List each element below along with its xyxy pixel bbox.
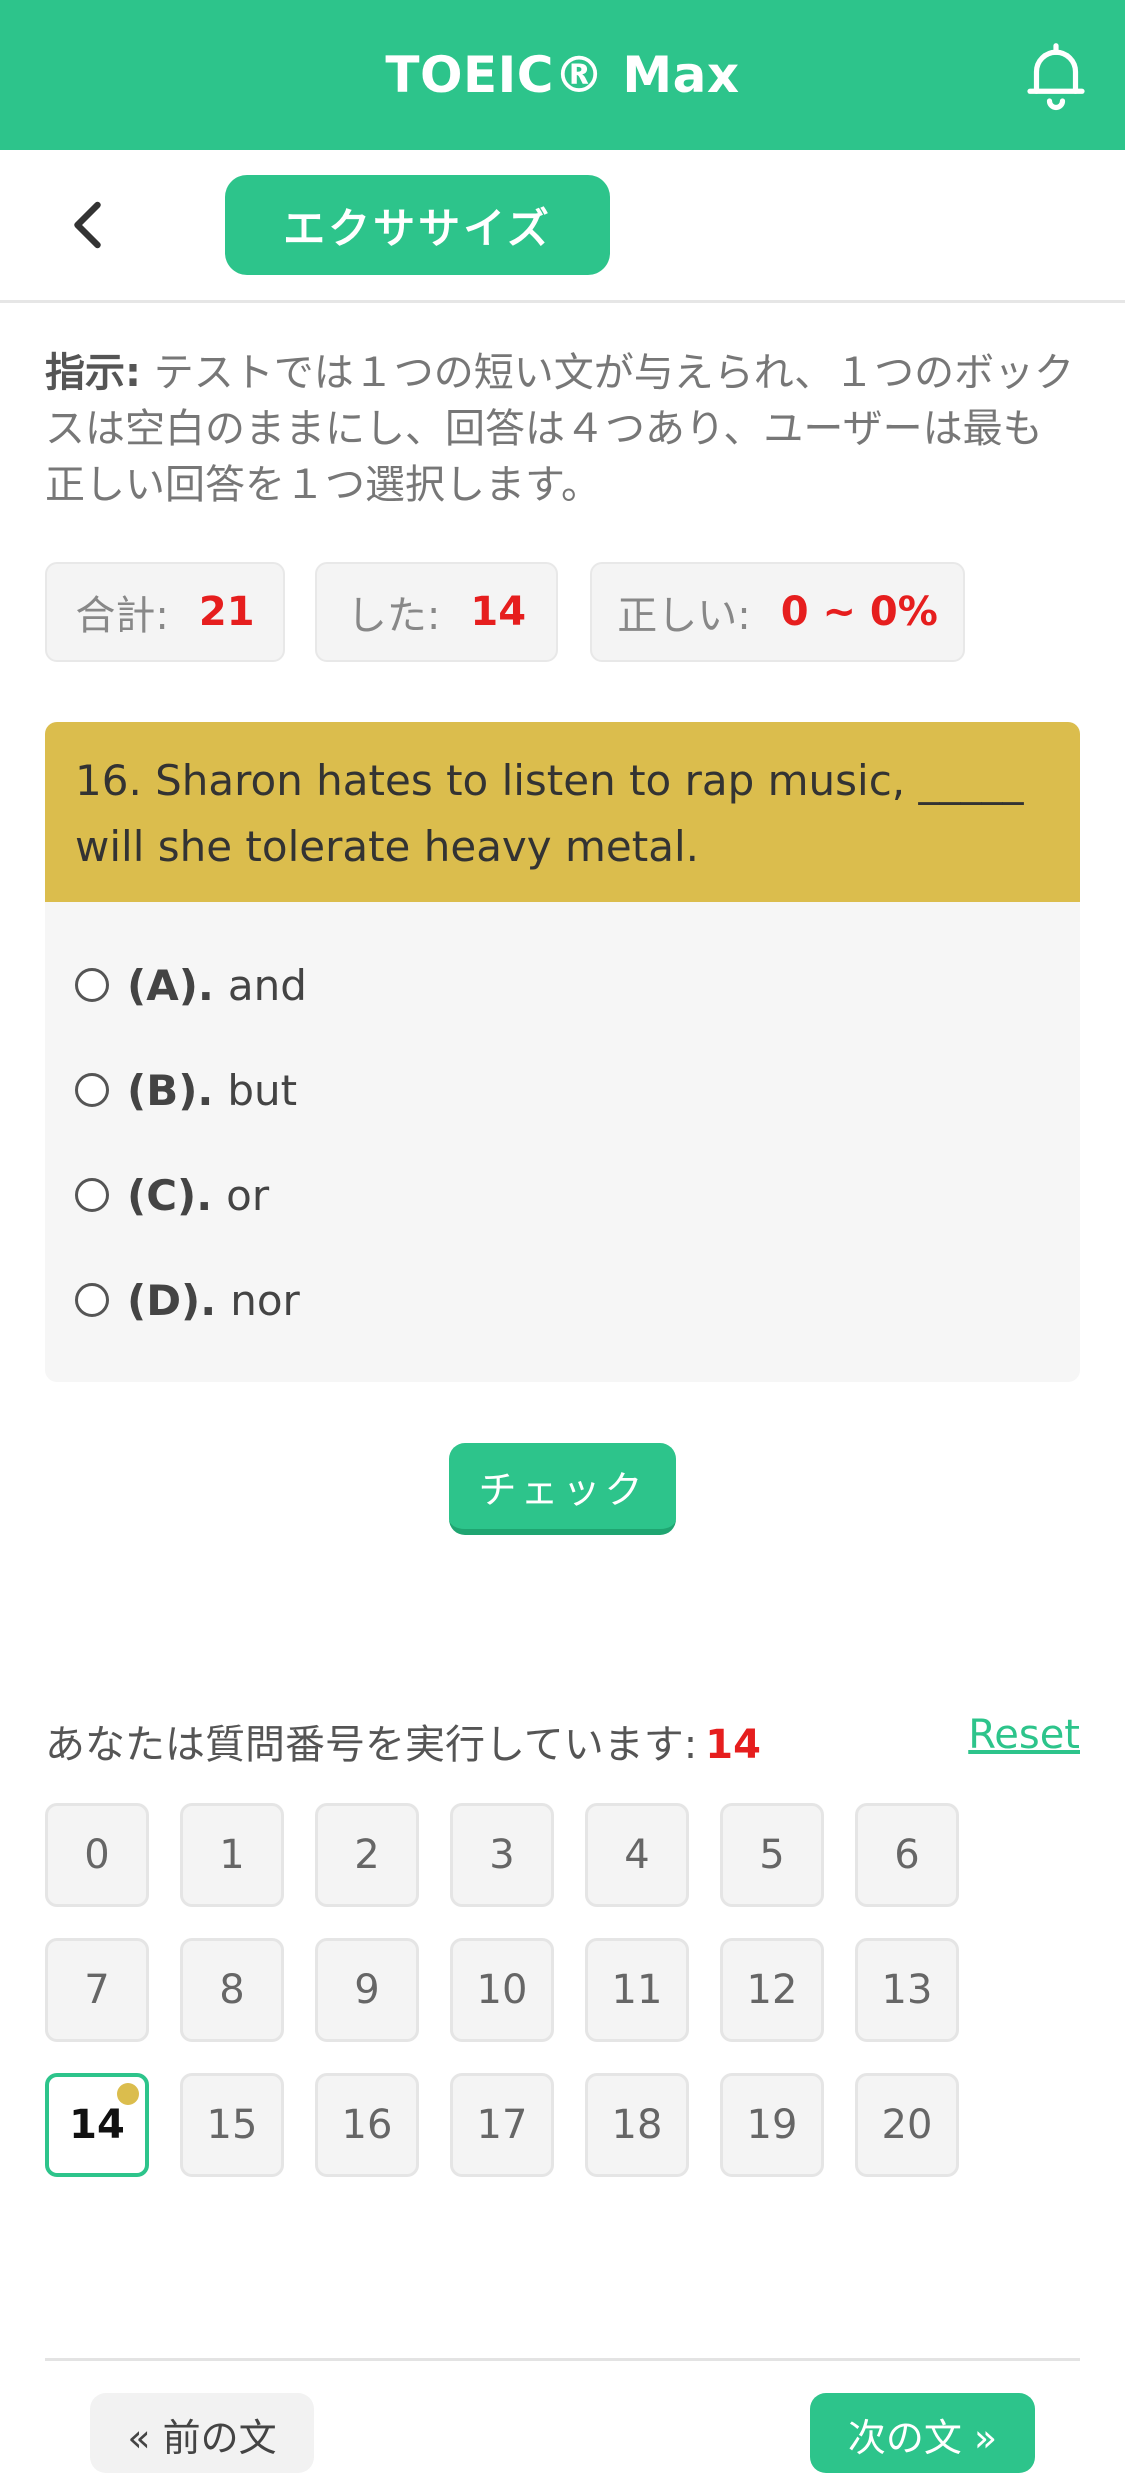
question-number-label: 3 <box>489 1832 515 1878</box>
question-number-label: 0 <box>84 1832 110 1878</box>
mode-pill[interactable]: エクササイズ <box>225 175 610 275</box>
question-number-label: 7 <box>84 1967 110 2013</box>
question-number-label: 1 <box>219 1832 245 1878</box>
reset-link[interactable]: Reset <box>968 1712 1080 1758</box>
radio-button[interactable] <box>75 1178 109 1212</box>
question-number-19[interactable]: 19 <box>720 2073 824 2177</box>
question-number-label: 8 <box>219 1967 245 2013</box>
question-number-4[interactable]: 4 <box>585 1803 689 1907</box>
question-number-10[interactable]: 10 <box>450 1938 554 2042</box>
question-number-8[interactable]: 8 <box>180 1938 284 2042</box>
question-number-3[interactable]: 3 <box>450 1803 554 1907</box>
question-number-0[interactable]: 0 <box>45 1803 149 1907</box>
question-number-label: 13 <box>881 1967 933 2013</box>
option-text: and <box>227 960 307 1010</box>
question-number-label: 10 <box>476 1967 528 2013</box>
question-number-label: 20 <box>881 2102 933 2148</box>
stat-total-value: 21 <box>198 589 255 635</box>
stat-total: 合計: 21 <box>45 562 285 662</box>
progress-label-text: あなたは質問番号を実行しています: <box>45 1722 698 1768</box>
app-title: TOEIC® Max <box>385 46 740 104</box>
back-arrow-icon[interactable] <box>60 195 120 255</box>
stat-done-label: した: <box>346 593 441 639</box>
bell-icon[interactable] <box>1017 36 1095 114</box>
question-number-1[interactable]: 1 <box>180 1803 284 1907</box>
option-d[interactable]: (D). nor <box>75 1265 300 1335</box>
question-number-label: 12 <box>746 1967 798 2013</box>
instruction-text: 指示: テストでは１つの短い文が与えられ、１つのボックスは空白のままにし、回答は… <box>45 345 1080 513</box>
stat-total-label: 合計: <box>75 593 169 639</box>
progress-current: 14 <box>705 1722 761 1768</box>
option-text: but <box>227 1065 298 1115</box>
question-number-label: 16 <box>341 2102 393 2148</box>
question-number-18[interactable]: 18 <box>585 2073 689 2177</box>
question-number-label: 17 <box>476 2102 528 2148</box>
next-sentence-button[interactable]: 次の文 » <box>810 2393 1035 2473</box>
option-c[interactable]: (C). or <box>75 1160 269 1230</box>
option-letter: (B). <box>127 1065 214 1115</box>
question-number-5[interactable]: 5 <box>720 1803 824 1907</box>
question-number-16[interactable]: 16 <box>315 2073 419 2177</box>
question-number-label: 19 <box>746 2102 798 2148</box>
question-card: 16. Sharon hates to listen to rap music,… <box>45 722 1080 1382</box>
check-button[interactable]: チェック <box>449 1443 676 1535</box>
current-indicator-dot <box>117 2083 139 2105</box>
stat-done-value: 14 <box>470 589 527 635</box>
prev-sentence-button[interactable]: « 前の文 <box>90 2393 314 2473</box>
stat-correct: 正しい: 0 ~ 0% <box>590 562 965 662</box>
question-number-2[interactable]: 2 <box>315 1803 419 1907</box>
question-number-label: 4 <box>624 1832 650 1878</box>
question-number-20[interactable]: 20 <box>855 2073 959 2177</box>
question-number-label: 9 <box>354 1967 380 2013</box>
question-number-label: 6 <box>894 1832 920 1878</box>
question-number-11[interactable]: 11 <box>585 1938 689 2042</box>
question-number-label: 18 <box>611 2102 663 2148</box>
option-b[interactable]: (B). but <box>75 1055 297 1125</box>
question-number-label: 2 <box>354 1832 380 1878</box>
question-number-17[interactable]: 17 <box>450 2073 554 2177</box>
divider <box>45 2358 1080 2361</box>
stat-correct-label: 正しい: <box>617 593 751 639</box>
instruction-body: テストでは１つの短い文が与えられ、１つのボックスは空白のままにし、回答は４つあり… <box>45 350 1075 508</box>
question-number-grid: 0 1 2 3 4 5 6 7 8 9 10 11 12 13 14 15 16 17 18 19 20 <box>45 1803 1080 2183</box>
option-letter: (C). <box>127 1170 213 1220</box>
question-number-13[interactable]: 13 <box>855 1938 959 2042</box>
question-number-label: 5 <box>759 1832 785 1878</box>
question-number-label: 11 <box>611 1967 663 2013</box>
app-bar: TOEIC® Max <box>0 0 1125 150</box>
question-number-6[interactable]: 6 <box>855 1803 959 1907</box>
question-number-14[interactable]: 14 <box>45 2073 149 2177</box>
question-number-label: 14 <box>69 2102 125 2148</box>
instruction-label: 指示: <box>45 350 141 396</box>
question-number-7[interactable]: 7 <box>45 1938 149 2042</box>
stat-correct-value: 0 ~ 0% <box>780 589 938 635</box>
option-text: nor <box>230 1275 300 1325</box>
option-letter: (D). <box>127 1275 217 1325</box>
radio-button[interactable] <box>75 968 109 1002</box>
question-number-9[interactable]: 9 <box>315 1938 419 2042</box>
question-number-12[interactable]: 12 <box>720 1938 824 2042</box>
option-a[interactable]: (A). and <box>75 950 307 1020</box>
question-number-15[interactable]: 15 <box>180 2073 284 2177</box>
option-text: or <box>226 1170 270 1220</box>
radio-button[interactable] <box>75 1073 109 1107</box>
sub-header: エクササイズ <box>0 150 1125 303</box>
option-letter: (A). <box>127 960 214 1010</box>
stat-done: した: 14 <box>315 562 558 662</box>
progress-label: あなたは質問番号を実行しています: 14 <box>45 1712 761 1770</box>
question-number-label: 15 <box>206 2102 258 2148</box>
radio-button[interactable] <box>75 1283 109 1317</box>
question-text: 16. Sharon hates to listen to rap music,… <box>45 722 1080 902</box>
